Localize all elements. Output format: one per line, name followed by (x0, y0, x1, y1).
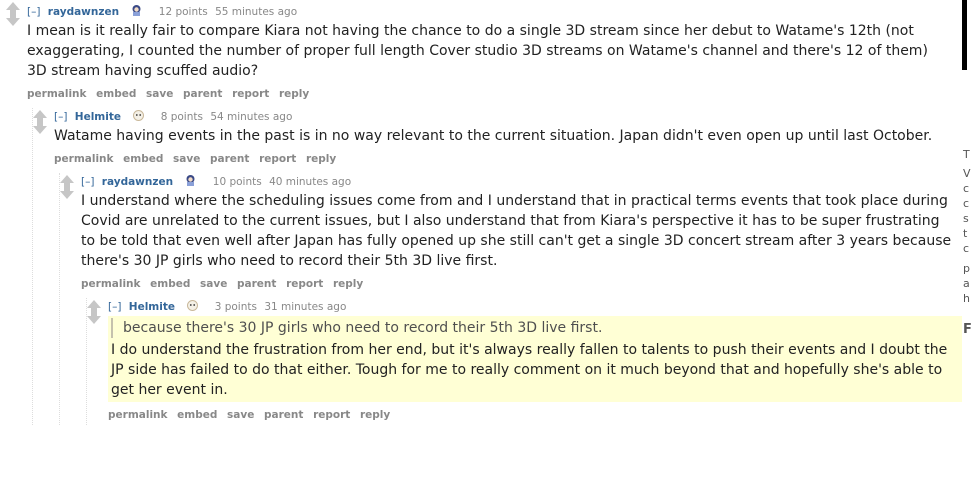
comment-text: I understand where the scheduling issues… (81, 193, 952, 269)
permalink-link[interactable]: permalink (27, 88, 87, 100)
embed-link[interactable]: embed (150, 278, 190, 290)
comment-actions: permalink embed save parent report reply (54, 149, 962, 169)
vote-arrows (87, 300, 101, 324)
user-flair-icon (132, 5, 141, 16)
author-link[interactable]: raydawnzen (102, 176, 173, 188)
score: 10 points (212, 176, 262, 188)
reply-link[interactable]: reply (279, 88, 309, 100)
comment-tagline: [–] raydawnzen 10 points 40 minutes ago (81, 173, 962, 191)
quoted-text: because there's 30 JP girls who need to … (111, 318, 952, 338)
reply-link[interactable]: reply (360, 409, 390, 421)
timestamp: 31 minutes ago (264, 301, 347, 313)
upvote-arrow-icon[interactable] (33, 110, 47, 124)
sidebar-text: F (963, 322, 972, 337)
vote-arrows (33, 110, 47, 134)
timestamp: 55 minutes ago (215, 6, 298, 18)
report-link[interactable]: report (286, 278, 323, 290)
collapse-toggle[interactable]: [–] (27, 6, 40, 18)
user-flair-icon (187, 300, 199, 311)
comment-text: Watame having events in the past is in n… (54, 128, 933, 144)
embed-link[interactable]: embed (96, 88, 136, 100)
save-link[interactable]: save (173, 153, 200, 165)
comment-entry: [–] raydawnzen 12 points 55 minutes ago … (27, 3, 962, 104)
comment-entry: [–] Helmite 3 points 31 minutes ago beca… (108, 298, 962, 425)
user-flair-icon (186, 175, 195, 186)
comment-body: Watame having events in the past is in n… (54, 126, 962, 146)
reply-link[interactable]: reply (306, 153, 336, 165)
downvote-arrow-icon[interactable] (60, 185, 74, 199)
parent-link[interactable]: parent (237, 278, 276, 290)
sidebar-text: c (963, 197, 970, 210)
comment-actions: permalink embed save parent report reply (108, 405, 962, 425)
downvote-arrow-icon[interactable] (33, 120, 47, 134)
embed-link[interactable]: embed (123, 153, 163, 165)
score: 3 points (214, 301, 257, 313)
save-link[interactable]: save (146, 88, 173, 100)
sidebar-text: c (963, 182, 970, 195)
author-link[interactable]: Helmite (129, 301, 175, 313)
sidebar-text: p (963, 262, 970, 275)
comment-entry: [–] Helmite 8 points 54 minutes ago Wata… (54, 108, 962, 169)
report-link[interactable]: report (313, 409, 350, 421)
permalink-link[interactable]: permalink (54, 153, 114, 165)
sidebar-text: V (963, 167, 971, 180)
comment-thread: [–] raydawnzen 12 points 55 minutes ago … (0, 0, 962, 425)
sidebar-text: a (963, 277, 970, 290)
sidebar-bar (962, 0, 967, 70)
comment-text: I do understand the frustration from her… (111, 342, 948, 398)
collapse-toggle[interactable]: [–] (81, 176, 94, 188)
sidebar-text: T (963, 148, 970, 161)
reply-link[interactable]: reply (333, 278, 363, 290)
comment-tagline: [–] Helmite 8 points 54 minutes ago (54, 108, 962, 126)
comment: [–] raydawnzen 12 points 55 minutes ago … (6, 0, 962, 425)
comment: [–] Helmite 8 points 54 minutes ago Wata… (32, 108, 962, 425)
vote-arrows (60, 175, 74, 199)
comment: [–] Helmite 3 points 31 minutes ago beca… (86, 298, 962, 425)
timestamp: 54 minutes ago (210, 111, 293, 123)
vote-arrows (6, 2, 20, 26)
permalink-link[interactable]: permalink (108, 409, 168, 421)
downvote-arrow-icon[interactable] (6, 12, 20, 26)
upvote-arrow-icon[interactable] (87, 300, 101, 314)
parent-link[interactable]: parent (210, 153, 249, 165)
collapse-toggle[interactable]: [–] (54, 111, 67, 123)
upvote-arrow-icon[interactable] (60, 175, 74, 189)
comment-body: I mean is it really fair to compare Kiar… (27, 21, 962, 81)
sidebar-text: t (963, 227, 968, 240)
author-link[interactable]: raydawnzen (48, 6, 119, 18)
score: 12 points (158, 6, 208, 18)
save-link[interactable]: save (200, 278, 227, 290)
comment-body: I understand where the scheduling issues… (81, 191, 962, 271)
collapse-toggle[interactable]: [–] (108, 301, 121, 313)
author-link[interactable]: Helmite (75, 111, 121, 123)
comment-entry: [–] raydawnzen 10 points 40 minutes ago … (81, 173, 962, 294)
timestamp: 40 minutes ago (269, 176, 352, 188)
permalink-link[interactable]: permalink (81, 278, 141, 290)
report-link[interactable]: report (259, 153, 296, 165)
comment: [–] raydawnzen 10 points 40 minutes ago … (59, 173, 962, 425)
comment-actions: permalink embed save parent report reply (27, 84, 962, 104)
user-flair-icon (133, 110, 145, 121)
parent-link[interactable]: parent (183, 88, 222, 100)
downvote-arrow-icon[interactable] (87, 310, 101, 324)
upvote-arrow-icon[interactable] (6, 2, 20, 16)
score: 8 points (160, 111, 203, 123)
comment-actions: permalink embed save parent report reply (81, 274, 962, 294)
report-link[interactable]: report (232, 88, 269, 100)
comment-tagline: [–] Helmite 3 points 31 minutes ago (108, 298, 962, 316)
comment-tagline: [–] raydawnzen 12 points 55 minutes ago (27, 3, 962, 21)
sidebar-text: s (963, 212, 969, 225)
sidebar-text: c (963, 242, 970, 255)
comment-text: I mean is it really fair to compare Kiar… (27, 23, 928, 79)
save-link[interactable]: save (227, 409, 254, 421)
sidebar-text: h (963, 292, 970, 305)
embed-link[interactable]: embed (177, 409, 217, 421)
parent-link[interactable]: parent (264, 409, 303, 421)
sidebar-fragment: T V c c s t c p a h F (962, 0, 972, 481)
comment-body: because there's 30 JP girls who need to … (108, 316, 962, 402)
